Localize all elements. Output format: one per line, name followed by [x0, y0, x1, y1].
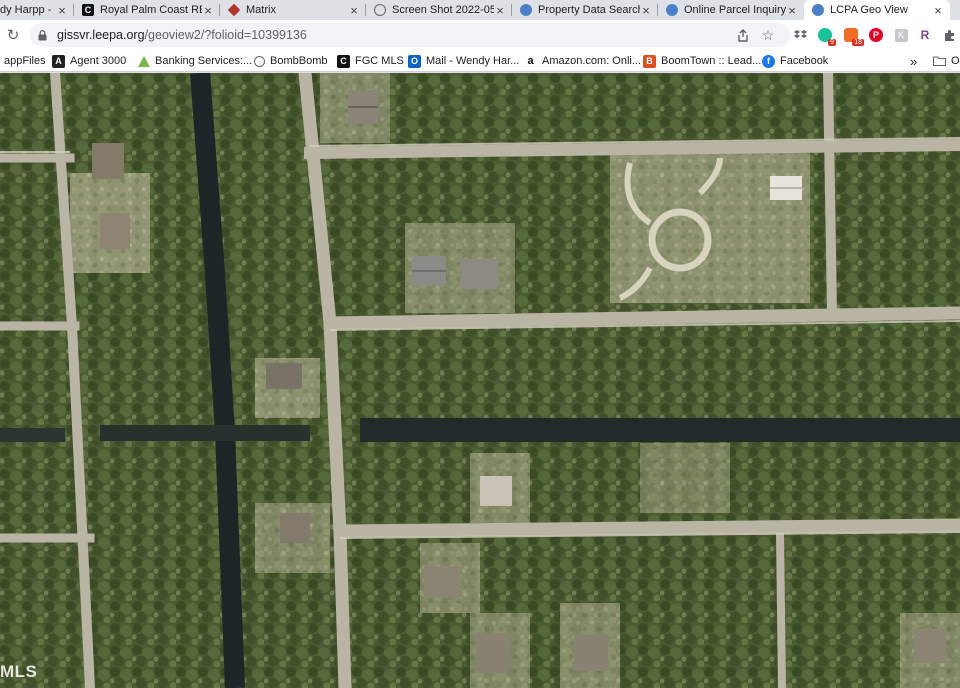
c-logo-icon: C	[82, 4, 94, 16]
bookmark-fgc-mls[interactable]: C FGC MLS	[337, 53, 404, 69]
tab-4[interactable]: Screen Shot 2022-05 ×	[366, 0, 512, 20]
close-icon[interactable]: ×	[202, 3, 214, 18]
bookmark-label: O	[951, 55, 960, 67]
bookmarks-bar: appFiles A Agent 3000 Banking Services:.…	[0, 50, 960, 72]
tab-2[interactable]: C Royal Palm Coast RE/ ×	[74, 0, 220, 20]
matrix-icon	[227, 3, 241, 17]
triangle-icon	[137, 55, 150, 68]
bookmark-label: BombBomb	[270, 55, 328, 67]
share-icon[interactable]	[734, 26, 752, 44]
aerial-imagery[interactable]	[0, 73, 960, 688]
bomb-icon	[254, 55, 265, 67]
globe-icon	[812, 4, 824, 16]
bookmark-label: Amazon.com: Onli...	[542, 55, 642, 67]
pinterest-icon[interactable]: P	[867, 26, 885, 44]
globe-icon	[666, 4, 678, 16]
url-host: gissvr.leepa.org	[57, 28, 145, 42]
tab-title: Matrix	[246, 4, 276, 16]
bookmark-label: Facebook	[780, 55, 829, 67]
address-bar[interactable]: gissvr.leepa.org/geoview2/?folioid=10399…	[30, 23, 790, 47]
bookmark-other[interactable]: O	[933, 53, 960, 69]
bookmarks-overflow-button[interactable]: »	[910, 53, 917, 69]
c-logo-icon: C	[337, 54, 350, 68]
tab-7-active[interactable]: LCPA Geo View ×	[804, 0, 950, 20]
tab-title: Screen Shot 2022-05	[392, 4, 494, 16]
bookmark-label: Agent 3000	[70, 55, 127, 67]
tab-title: Property Data Search	[538, 4, 640, 16]
close-icon[interactable]: ×	[494, 3, 506, 18]
bookmark-label: appFiles	[4, 55, 46, 67]
browser-window: dy Harpp - × C Royal Palm Coast RE/ × Ma…	[0, 0, 960, 688]
extension-k-icon[interactable]: K	[892, 26, 910, 44]
lock-icon	[38, 30, 47, 41]
honey-badge: 18	[852, 39, 864, 46]
bookmark-mail[interactable]: O Mail - Wendy Har...	[408, 53, 519, 69]
a-logo-icon: A	[52, 54, 65, 68]
bookmark-facebook[interactable]: f Facebook	[762, 53, 828, 69]
globe-icon	[374, 4, 386, 16]
tab-title: LCPA Geo View	[830, 4, 908, 16]
close-icon[interactable]: ×	[56, 3, 68, 18]
close-icon[interactable]: ×	[786, 3, 798, 18]
tab-strip: dy Harpp - × C Royal Palm Coast RE/ × Ma…	[0, 0, 960, 20]
bookmark-label: Mail - Wendy Har...	[426, 55, 520, 67]
bookmark-label: FGC MLS	[355, 55, 404, 67]
bookmark-banking[interactable]: Banking Services:...	[137, 53, 252, 69]
folder-icon	[933, 55, 946, 68]
amazon-icon: a	[527, 55, 534, 67]
tab-title: Royal Palm Coast RE/	[100, 4, 202, 16]
outlook-icon: O	[408, 54, 421, 68]
tab-1[interactable]: dy Harpp - ×	[0, 0, 74, 20]
bookmark-boomtown[interactable]: B BoomTown :: Lead...	[643, 53, 761, 69]
dropbox-icon[interactable]	[791, 26, 809, 44]
tab-3[interactable]: Matrix ×	[220, 0, 366, 20]
mls-watermark: MLS	[0, 662, 38, 681]
grammarly-icon[interactable]: 9	[816, 26, 836, 46]
close-icon[interactable]: ×	[640, 3, 652, 18]
close-icon[interactable]: ×	[348, 3, 360, 18]
tab-5[interactable]: Property Data Search ×	[512, 0, 658, 20]
grammarly-badge: 9	[828, 39, 836, 46]
tab-title: Online Parcel Inquiry	[684, 4, 786, 16]
bookmark-label: »	[910, 53, 918, 69]
tab-title: dy Harpp -	[0, 4, 52, 16]
boomtown-icon: B	[643, 54, 656, 68]
honey-icon[interactable]: 18	[842, 26, 864, 46]
globe-icon	[520, 4, 532, 16]
aerial-map-view[interactable]: MLS	[0, 73, 960, 688]
reload-icon[interactable]: ↻	[4, 26, 22, 44]
toolbar: ↻ gissvr.leepa.org/geoview2/?folioid=103…	[0, 20, 960, 50]
tab-6[interactable]: Online Parcel Inquiry ×	[658, 0, 804, 20]
close-icon[interactable]: ×	[932, 3, 944, 18]
extensions-puzzle-icon[interactable]	[940, 26, 958, 44]
bookmark-bombbomb[interactable]: BombBomb	[254, 53, 327, 69]
bookmark-agent3000[interactable]: A Agent 3000	[52, 53, 126, 69]
bookmark-amazon[interactable]: a Amazon.com: Onli...	[524, 53, 641, 69]
bookmark-label: BoomTown :: Lead...	[661, 55, 762, 67]
bookmark-star-icon[interactable]: ☆	[759, 26, 777, 44]
extension-r-icon[interactable]: R	[916, 26, 934, 44]
bookmark-appfiles[interactable]: appFiles	[4, 53, 46, 69]
bookmark-label: Banking Services:...	[155, 55, 253, 67]
url-path: /geoview2/?folioid=10399136	[144, 28, 307, 42]
facebook-icon: f	[762, 54, 775, 68]
